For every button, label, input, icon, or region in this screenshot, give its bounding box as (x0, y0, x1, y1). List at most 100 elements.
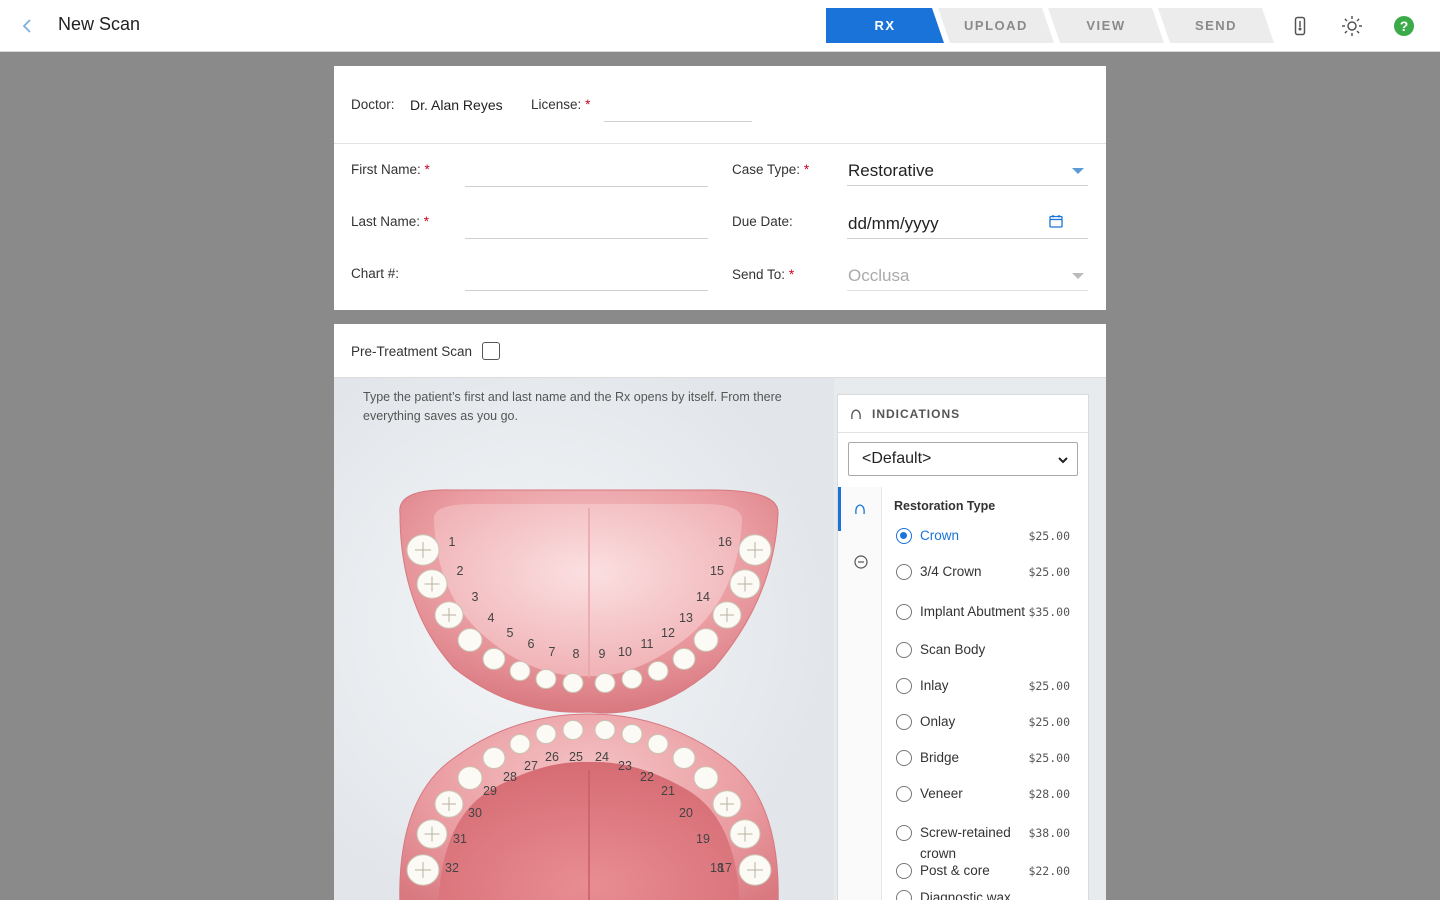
due-date-input[interactable]: dd/mm/yyyy (847, 211, 1088, 239)
tab-upload[interactable]: UPLOAD (938, 8, 1054, 43)
tooth[interactable] (416, 819, 448, 849)
tooth-number: 23 (618, 759, 632, 773)
help-button[interactable]: ? (1392, 14, 1416, 38)
send-to-select[interactable]: Occlusa (847, 264, 1088, 291)
tooth[interactable] (729, 569, 761, 599)
restoration-option[interactable]: Veneer $28.00 (894, 783, 1082, 805)
last-name-input[interactable] (465, 214, 708, 239)
tooth[interactable] (406, 854, 440, 886)
restoration-option[interactable]: Inlay $25.00 (894, 675, 1082, 697)
first-name-input[interactable] (465, 162, 708, 187)
doctor-name: Dr. Alan Reyes (410, 97, 503, 113)
tooth[interactable] (693, 628, 719, 652)
restoration-option-price: $22.00 (1028, 864, 1070, 878)
svg-text:?: ? (1400, 18, 1409, 34)
tooth[interactable] (509, 661, 531, 681)
restoration-option-price: $35.00 (1028, 605, 1070, 619)
calendar-icon[interactable] (1049, 214, 1063, 228)
restoration-radio[interactable] (896, 528, 912, 544)
restoration-radio[interactable] (896, 863, 912, 879)
brightness-icon (1342, 16, 1362, 36)
tooth-number: 30 (468, 806, 482, 820)
tooth[interactable] (729, 819, 761, 849)
indication-preset-value: <Default> (862, 450, 932, 467)
restoration-radio[interactable] (896, 642, 912, 658)
tooth-number: 12 (661, 626, 675, 640)
restoration-radio[interactable] (896, 890, 912, 900)
tooth[interactable] (434, 790, 464, 818)
tooth[interactable] (712, 790, 742, 818)
restoration-radio[interactable] (896, 714, 912, 730)
tooth[interactable] (738, 854, 772, 886)
restoration-radio[interactable] (896, 825, 912, 841)
chevron-down-icon (1072, 168, 1084, 174)
restoration-option[interactable]: Diagnostic wax (894, 887, 1082, 900)
tooth[interactable] (406, 534, 440, 566)
tooth[interactable] (672, 648, 696, 670)
tooth-number: 32 (445, 861, 459, 875)
tooth[interactable] (594, 720, 616, 740)
tooth-number: 5 (507, 626, 514, 640)
restoration-option[interactable]: 3/4 Crown $25.00 (894, 561, 1082, 583)
tooth[interactable] (434, 601, 464, 629)
tab-rx[interactable]: RX (826, 8, 944, 43)
tooth[interactable] (457, 628, 483, 652)
license-label: License: * (531, 97, 591, 112)
restoration-radio[interactable] (896, 604, 912, 620)
tooth[interactable] (457, 766, 483, 790)
restoration-radio[interactable] (896, 786, 912, 802)
restoration-radio[interactable] (896, 564, 912, 580)
tooth[interactable] (594, 673, 616, 693)
restoration-radio[interactable] (896, 678, 912, 694)
indications-header: INDICATIONS (838, 395, 1088, 433)
restoration-radio[interactable] (896, 750, 912, 766)
tooth[interactable] (482, 747, 506, 769)
tooth[interactable] (562, 720, 584, 740)
tooth-number: 14 (696, 590, 710, 604)
indication-preset-select[interactable]: <Default> (848, 442, 1078, 476)
tooth[interactable] (509, 734, 531, 754)
tooth[interactable] (535, 669, 557, 689)
restoration-option-label: Crown (920, 528, 960, 543)
restoration-option[interactable]: Crown $25.00 (894, 525, 1082, 547)
restoration-option[interactable]: Implant Abutment $35.00 (894, 590, 1082, 634)
restoration-option-price: $25.00 (1028, 751, 1070, 765)
tooth[interactable] (621, 724, 643, 744)
tab-view[interactable]: VIEW (1048, 8, 1164, 43)
minus-circle-icon[interactable] (854, 555, 868, 569)
tooth[interactable] (562, 673, 584, 693)
license-input[interactable] (604, 108, 752, 122)
tooth[interactable] (647, 661, 669, 681)
restoration-option-price: $28.00 (1028, 787, 1070, 801)
tooth[interactable] (535, 724, 557, 744)
restoration-option-label: Bridge (920, 750, 960, 765)
tooth[interactable] (738, 534, 772, 566)
thermometer-button[interactable] (1288, 14, 1312, 38)
brightness-button[interactable] (1340, 14, 1364, 38)
tooth[interactable] (712, 601, 742, 629)
tooth[interactable] (482, 648, 506, 670)
chart-number-input[interactable] (465, 266, 708, 291)
restoration-option-label: Diagnostic wax (920, 890, 1011, 900)
tab-send[interactable]: SEND (1158, 8, 1274, 43)
tooth[interactable] (621, 669, 643, 689)
chevron-down-icon (1058, 457, 1068, 464)
restoration-option-label: Inlay (920, 678, 949, 693)
restoration-option[interactable]: Screw-retained crown $38.00 (894, 811, 1082, 861)
tooth-number: 25 (569, 750, 583, 764)
restoration-option-price: $25.00 (1028, 565, 1070, 579)
tooth[interactable] (647, 734, 669, 754)
restoration-option[interactable]: Bridge $25.00 (894, 747, 1082, 769)
restoration-option[interactable]: Post & core $22.00 (894, 860, 1082, 882)
pre-treatment-checkbox[interactable] (482, 342, 500, 360)
tooth[interactable] (693, 766, 719, 790)
restoration-option[interactable]: Onlay $25.00 (894, 711, 1082, 733)
indications-title: INDICATIONS (872, 407, 961, 421)
back-button[interactable] (16, 14, 38, 38)
tooth-icon[interactable] (854, 503, 866, 515)
last-name-label: Last Name: * (351, 214, 430, 229)
restoration-option[interactable]: Scan Body (894, 639, 1082, 661)
case-type-select[interactable]: Restorative (847, 159, 1088, 186)
tooth[interactable] (416, 569, 448, 599)
tooth[interactable] (672, 747, 696, 769)
